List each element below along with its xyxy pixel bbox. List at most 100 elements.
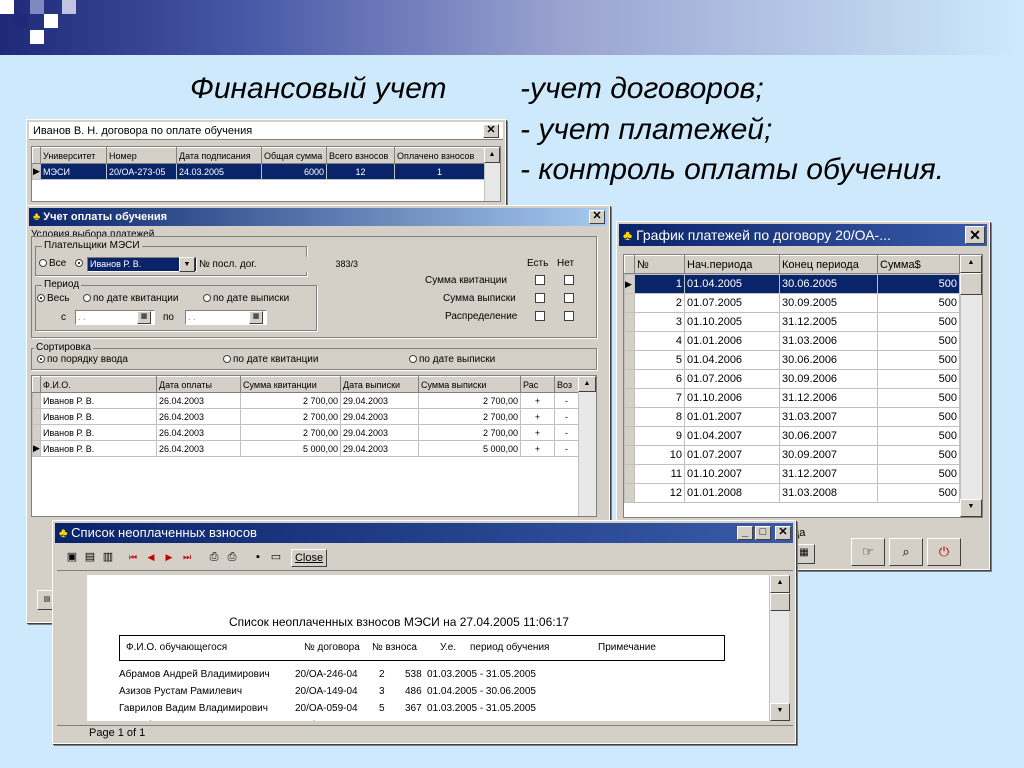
col-header[interactable]: Сумма квитанции xyxy=(240,376,341,393)
page-width-icon[interactable]: ▥ xyxy=(101,549,115,567)
col-header[interactable]: Дата выписки xyxy=(340,376,419,393)
unpaid-report-title: ♣ Список неоплаченных взносов xyxy=(55,523,793,543)
radio-sort-receipt[interactable]: по дате квитанции xyxy=(223,354,318,365)
scroll-up-icon[interactable]: ▲ xyxy=(770,575,790,593)
col-header[interactable]: Всего взносов xyxy=(326,147,395,164)
close-icon[interactable]: ✕ xyxy=(965,226,985,244)
slide-title: Финансовый учет xyxy=(190,72,447,105)
row-indicator-icon: ▶ xyxy=(32,163,41,180)
close-icon[interactable]: ✕ xyxy=(775,526,791,540)
report-col-header: Ф.И.О. обучающегося xyxy=(126,642,228,653)
prev-page-icon[interactable]: ◀ xyxy=(145,549,157,567)
calendar-icon[interactable]: ▦ xyxy=(137,311,151,324)
scrollbar[interactable]: ▲ xyxy=(484,147,500,201)
calendar-icon[interactable]: ▦ xyxy=(793,544,815,564)
print-setup-icon[interactable]: ⎙ xyxy=(207,549,221,567)
col-header[interactable]: Нач.периода xyxy=(684,255,780,274)
scroll-up-icon[interactable]: ▲ xyxy=(578,376,596,392)
col-header[interactable]: Рас xyxy=(520,376,555,393)
report-cell: 367 xyxy=(405,720,422,721)
distribution-no-checkbox[interactable] xyxy=(564,311,574,321)
col-header[interactable]: Конец периода xyxy=(779,255,878,274)
report-cell: 486 xyxy=(405,686,422,697)
close-icon[interactable]: ✕ xyxy=(589,210,605,224)
col-header[interactable]: Дата оплаты xyxy=(156,376,241,393)
radio-whole-period[interactable]: Весь xyxy=(37,293,69,304)
table-row[interactable]: 10 01.07.2007 30.09.2007 500 xyxy=(624,445,960,465)
exit-icon[interactable]: ⏻ xyxy=(927,538,961,566)
table-row[interactable]: 4 01.01.2006 31.03.2006 500 xyxy=(624,331,960,351)
contracts-grid: Университет Номер Дата подписания Общая … xyxy=(31,146,501,202)
table-row[interactable]: ▶ МЭСИ 20/ОА-273-05 24.03.2005 6000 12 1 xyxy=(32,163,485,180)
last-page-icon[interactable]: ⏭ xyxy=(181,549,193,567)
scroll-up-icon[interactable]: ▲ xyxy=(484,147,500,163)
table-row[interactable]: 7 01.10.2006 31.12.2006 500 xyxy=(624,388,960,408)
zoom-icon[interactable]: ⌕ xyxy=(889,538,923,566)
sum-extract-label: Сумма выписки xyxy=(443,293,516,304)
table-row[interactable]: 6 01.07.2006 30.09.2006 500 xyxy=(624,369,960,389)
table-row[interactable]: 9 01.04.2007 30.06.2007 500 xyxy=(624,426,960,446)
table-row[interactable]: 8 01.01.2007 31.03.2007 500 xyxy=(624,407,960,427)
schedule-window: ♣ График платежей по договору 20/ОА-... … xyxy=(616,221,990,570)
close-icon[interactable]: ✕ xyxy=(483,124,499,138)
radio-payer[interactable] xyxy=(75,258,85,269)
table-row[interactable]: ▶ Иванов Р. В. 26.04.2003 5 000,00 29.04.200… xyxy=(32,440,579,457)
sum-extract-no-checkbox[interactable] xyxy=(564,293,574,303)
scroll-thumb[interactable] xyxy=(770,593,790,611)
chevron-down-icon[interactable]: ▼ xyxy=(179,257,195,272)
col-header[interactable]: Ф.И.О. xyxy=(40,376,157,393)
radio-all[interactable]: Все xyxy=(39,258,66,269)
pointer-icon[interactable]: ☞ xyxy=(851,538,885,566)
col-header[interactable]: Воз xyxy=(554,376,579,393)
open-icon[interactable]: ▭ xyxy=(269,549,283,567)
report-cell: 367 xyxy=(405,703,422,714)
radio-by-receipt[interactable]: по дате квитанции xyxy=(83,293,178,304)
col-header[interactable]: № xyxy=(634,255,685,274)
col-header[interactable]: Номер xyxy=(106,147,177,164)
sum-receipt-yes-checkbox[interactable] xyxy=(535,275,545,285)
col-header[interactable]: Общая сумма xyxy=(261,147,327,164)
table-row[interactable]: 5 01.04.2006 30.06.2006 500 xyxy=(624,350,960,370)
col-header[interactable]: Сумма выписки xyxy=(418,376,521,393)
next-page-icon[interactable]: ▶ xyxy=(163,549,175,567)
print-icon[interactable]: ⎙ xyxy=(225,549,239,567)
scrollbar[interactable]: ▲ ▼ xyxy=(960,255,982,517)
table-row[interactable]: 12 01.01.2008 31.03.2008 500 xyxy=(624,483,960,503)
table-row[interactable]: Иванов Р. В. 26.04.2003 2 700,00 29.04.2003… xyxy=(32,424,579,441)
report-cell: 3 xyxy=(379,686,385,697)
scroll-down-icon[interactable]: ▼ xyxy=(770,703,790,721)
single-page-icon[interactable]: ▣ xyxy=(65,549,79,567)
save-icon[interactable]: ▪ xyxy=(251,549,265,567)
maximize-icon[interactable]: □ xyxy=(755,526,771,540)
table-row[interactable]: Иванов Р. В. 26.04.2003 2 700,00 29.04.2003… xyxy=(32,408,579,425)
scrollbar[interactable]: ▲ xyxy=(578,376,596,516)
table-row[interactable]: 2 01.07.2005 30.09.2005 500 xyxy=(624,293,960,313)
close-button[interactable]: Close xyxy=(291,549,327,567)
radio-by-extract[interactable]: по дате выписки xyxy=(203,293,289,304)
calendar-icon[interactable]: ▦ xyxy=(249,311,263,324)
table-row[interactable]: 11 01.10.2007 31.12.2007 500 xyxy=(624,464,960,484)
report-cell: 5 xyxy=(379,703,385,714)
contract-value: 383/3 xyxy=(259,257,363,272)
minimize-icon[interactable]: _ xyxy=(737,526,753,540)
sum-receipt-no-checkbox[interactable] xyxy=(564,275,574,285)
first-page-icon[interactable]: ⏮ xyxy=(127,549,139,567)
contracts-window: Иванов В. Н. договора по оплате обучения… xyxy=(26,119,506,207)
col-header[interactable]: Университет xyxy=(40,147,107,164)
table-row[interactable]: Иванов Р. В. 26.04.2003 2 700,00 29.04.2003… xyxy=(32,392,579,409)
table-row[interactable]: ▶ 1 01.04.2005 30.06.2005 500 xyxy=(624,274,960,294)
radio-sort-extract[interactable]: по дате выписки xyxy=(409,354,495,365)
sum-receipt-label: Сумма квитанции xyxy=(425,275,507,286)
table-row[interactable]: 3 01.10.2005 31.12.2005 500 xyxy=(624,312,960,332)
sum-extract-yes-checkbox[interactable] xyxy=(535,293,545,303)
scrollbar[interactable]: ▲ ▼ xyxy=(769,575,790,721)
radio-sort-input-order[interactable]: по порядку ввода xyxy=(37,354,128,365)
scroll-up-icon[interactable]: ▲ xyxy=(960,255,982,273)
distribution-yes-checkbox[interactable] xyxy=(535,311,545,321)
multi-page-icon[interactable]: ▤ xyxy=(83,549,97,567)
scroll-thumb[interactable] xyxy=(960,273,982,295)
scroll-down-icon[interactable]: ▼ xyxy=(960,499,982,517)
col-header[interactable]: Сумма$ xyxy=(877,255,960,274)
col-header[interactable]: Оплачено взносов xyxy=(394,147,485,164)
col-header[interactable]: Дата подписания xyxy=(176,147,262,164)
